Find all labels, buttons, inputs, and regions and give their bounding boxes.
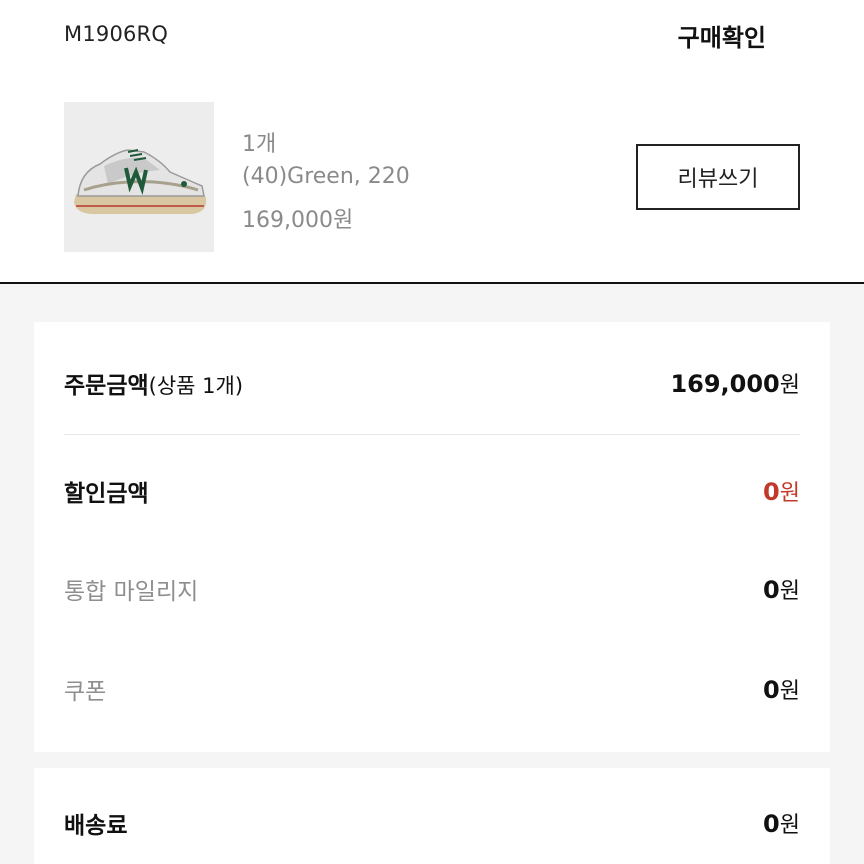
currency-unit: 원 xyxy=(779,481,800,506)
discount-label: 할인금액 xyxy=(64,481,149,507)
currency-unit: 원 xyxy=(779,373,800,398)
model-code: M1906RQ xyxy=(64,22,169,46)
shipping-value: 0원 xyxy=(763,807,800,839)
mileage-label: 통합 마일리지 xyxy=(64,579,199,605)
order-amount-number: 169,000 xyxy=(670,370,780,398)
coupon-row: 쿠폰 0원 xyxy=(64,672,800,706)
shipping-label: 배송료 xyxy=(64,813,128,839)
mileage-row: 통합 마일리지 0원 xyxy=(64,572,800,606)
order-amount-value: 169,000원 xyxy=(670,367,800,399)
payment-summary: 주문금액(상품 1개) 169,000원 할인금액 0원 통합 마일리지 0원 … xyxy=(34,322,830,752)
order-header: M1906RQ 구매확인 xyxy=(0,0,864,72)
coupon-number: 0 xyxy=(763,676,780,704)
order-amount-subtext: (상품 1개) xyxy=(148,374,244,398)
coupon-value: 0원 xyxy=(763,673,800,705)
discount-number: 0 xyxy=(763,478,780,506)
order-amount-label: 주문금액(상품 1개) xyxy=(64,366,243,400)
discount-value: 0원 xyxy=(763,475,800,507)
currency-unit: 원 xyxy=(779,579,800,604)
discount-row: 할인금액 0원 xyxy=(64,474,800,508)
shipping-summary: 배송료 0원 xyxy=(34,768,830,864)
currency-unit: 원 xyxy=(779,679,800,704)
item-price: 169,000원 xyxy=(242,208,354,233)
shipping-row: 배송료 0원 xyxy=(64,806,800,840)
write-review-button[interactable]: 리뷰쓰기 xyxy=(636,144,800,210)
mileage-value: 0원 xyxy=(763,573,800,605)
currency-unit: 원 xyxy=(779,813,800,838)
item-quantity: 1개 xyxy=(242,132,277,157)
order-amount-title: 주문금액 xyxy=(64,373,149,399)
confirm-purchase-button[interactable]: 구매확인 xyxy=(678,18,766,53)
divider xyxy=(64,434,800,435)
sneaker-photo-icon xyxy=(64,102,214,252)
order-item: 1개 (40)Green, 220 169,000원 리뷰쓰기 xyxy=(0,72,864,284)
product-image[interactable] xyxy=(64,102,214,252)
mileage-number: 0 xyxy=(763,576,780,604)
coupon-label: 쿠폰 xyxy=(64,679,107,705)
shipping-number: 0 xyxy=(763,810,780,838)
item-option: (40)Green, 220 xyxy=(242,164,410,189)
order-amount-row: 주문금액(상품 1개) 169,000원 xyxy=(64,366,800,400)
